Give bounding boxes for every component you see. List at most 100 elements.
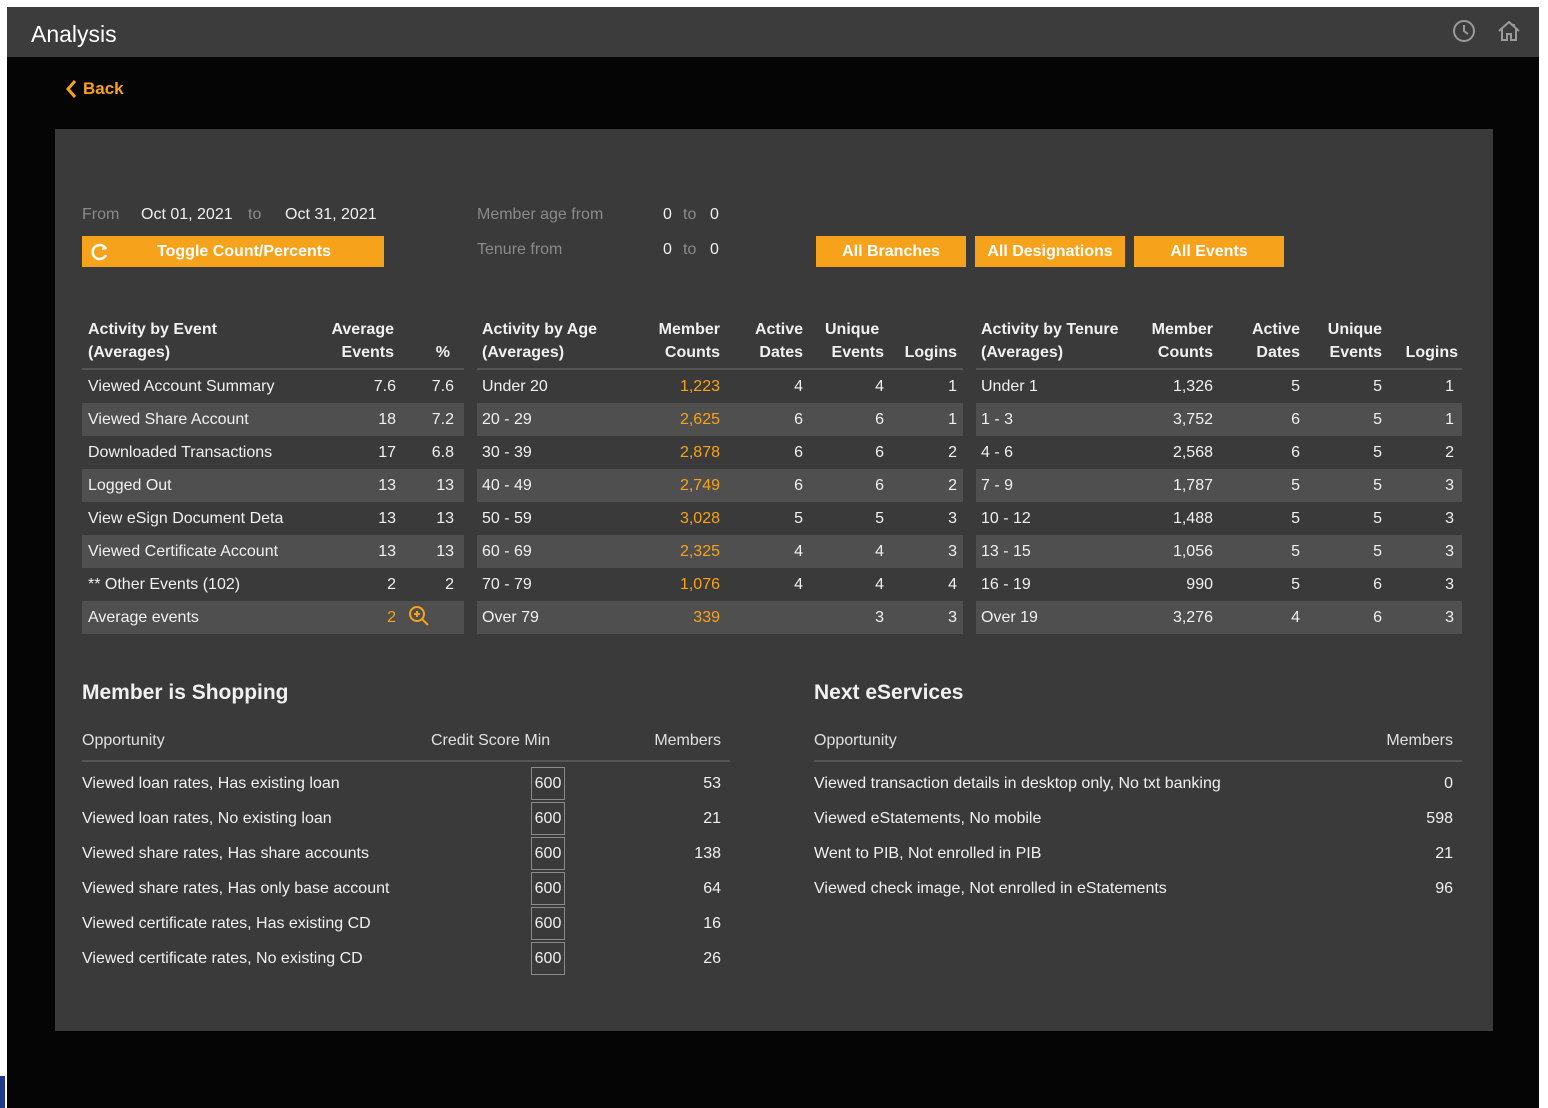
col-unique: Unique bbox=[1327, 321, 1382, 338]
range-label: Over 19 bbox=[981, 609, 1038, 626]
credit-score-min-input[interactable]: 600 bbox=[531, 942, 565, 975]
unique-events: 6 bbox=[1373, 609, 1382, 626]
unique-events: 5 bbox=[1373, 444, 1382, 461]
age-from[interactable]: 0 bbox=[663, 206, 672, 224]
tenure-to[interactable]: 0 bbox=[710, 241, 719, 259]
credit-score-min-input[interactable]: 600 bbox=[531, 802, 565, 835]
table-row[interactable]: 50 - 59 3,028 5 5 3 bbox=[477, 502, 963, 535]
list-item: Viewed share rates, Has only base accoun… bbox=[82, 871, 730, 906]
eservices-header: Opportunity Members bbox=[814, 730, 1462, 762]
unique-events: 5 bbox=[1373, 510, 1382, 527]
all-designations-button[interactable]: All Designations bbox=[975, 236, 1125, 267]
table-row[interactable]: Under 1 1,326 5 5 1 bbox=[976, 370, 1462, 403]
table-row[interactable]: 1 - 3 3,752 6 5 1 bbox=[976, 403, 1462, 436]
table-header: Activity by Event (Averages) Average Eve… bbox=[82, 316, 464, 370]
event-percent: 6.8 bbox=[431, 444, 454, 461]
logins: 3 bbox=[948, 510, 957, 527]
range-label: 70 - 79 bbox=[482, 576, 532, 593]
history-icon[interactable] bbox=[1450, 17, 1478, 45]
event-percent: 13 bbox=[436, 477, 454, 494]
table-row[interactable]: Over 19 3,276 4 6 3 bbox=[976, 601, 1462, 634]
credit-score-min-input[interactable]: 600 bbox=[531, 872, 565, 905]
table-row[interactable]: Viewed Account Summary 7.6 7.6 bbox=[82, 370, 464, 403]
unique-events: 5 bbox=[875, 510, 884, 527]
range-label: Under 20 bbox=[482, 378, 548, 395]
table-row[interactable]: 30 - 39 2,878 6 6 2 bbox=[477, 436, 963, 469]
members-count: 598 bbox=[1426, 810, 1453, 827]
home-icon[interactable] bbox=[1495, 17, 1523, 45]
member-count: 2,568 bbox=[1172, 444, 1213, 461]
back-button[interactable]: Back bbox=[65, 79, 124, 99]
col-member: Member bbox=[658, 321, 720, 338]
opportunity: Viewed certificate rates, Has existing C… bbox=[82, 915, 371, 932]
table-row[interactable]: Under 20 1,223 4 4 1 bbox=[477, 370, 963, 403]
member-count[interactable]: 2,749 bbox=[640, 469, 720, 502]
col-logins: Logins bbox=[1405, 344, 1458, 361]
member-count: 3,276 bbox=[1172, 609, 1213, 626]
member-count: 1,056 bbox=[1172, 543, 1213, 560]
table-row[interactable]: 40 - 49 2,749 6 6 2 bbox=[477, 469, 963, 502]
range-label: 60 - 69 bbox=[482, 543, 532, 560]
logins: 4 bbox=[948, 576, 957, 593]
member-count[interactable]: 339 bbox=[640, 601, 720, 634]
list-item: Viewed certificate rates, Has existing C… bbox=[82, 906, 730, 941]
event-average: 17 bbox=[378, 444, 396, 461]
member-count[interactable]: 2,625 bbox=[640, 403, 720, 436]
table-row[interactable]: ** Other Events (102) 2 2 bbox=[82, 568, 464, 601]
member-count: 1,488 bbox=[1172, 510, 1213, 527]
credit-score-min-input[interactable]: 600 bbox=[531, 837, 565, 870]
member-count[interactable]: 2,325 bbox=[640, 535, 720, 568]
table-row[interactable]: 70 - 79 1,076 4 4 4 bbox=[477, 568, 963, 601]
active-dates: 6 bbox=[794, 444, 803, 461]
toggle-count-percents-button[interactable]: Toggle Count/Percents bbox=[82, 236, 384, 267]
age-label: Member age from bbox=[477, 206, 604, 223]
back-label: Back bbox=[83, 79, 124, 98]
table-row[interactable]: 7 - 9 1,787 5 5 3 bbox=[976, 469, 1462, 502]
list-item: Viewed loan rates, No existing loan 600 21 bbox=[82, 801, 730, 836]
table-row[interactable]: 4 - 6 2,568 6 5 2 bbox=[976, 436, 1462, 469]
table-row[interactable]: Downloaded Transactions 17 6.8 bbox=[82, 436, 464, 469]
col-activity: Activity by Age bbox=[482, 321, 597, 338]
table-row[interactable]: 13 - 15 1,056 5 5 3 bbox=[976, 535, 1462, 568]
all-events-button[interactable]: All Events bbox=[1134, 236, 1284, 267]
member-count[interactable]: 1,076 bbox=[640, 568, 720, 601]
opportunity: Viewed eStatements, No mobile bbox=[814, 810, 1042, 827]
age-to[interactable]: 0 bbox=[710, 206, 719, 224]
member-count[interactable]: 1,223 bbox=[640, 370, 720, 403]
range-label: 50 - 59 bbox=[482, 510, 532, 527]
opportunity: Went to PIB, Not enrolled in PIB bbox=[814, 845, 1042, 862]
member-count[interactable]: 2,878 bbox=[640, 436, 720, 469]
active-dates: 4 bbox=[794, 576, 803, 593]
all-branches-button[interactable]: All Branches bbox=[816, 236, 966, 267]
credit-score-min-input[interactable]: 600 bbox=[531, 907, 565, 940]
logins: 3 bbox=[948, 543, 957, 560]
members-count: 138 bbox=[694, 845, 721, 862]
table-row[interactable]: Over 79 339 3 3 bbox=[477, 601, 963, 634]
event-name: ** Other Events (102) bbox=[88, 576, 241, 593]
analysis-panel: From Oct 01, 2021 to Oct 31, 2021 Toggle… bbox=[55, 129, 1493, 1031]
from-date[interactable]: Oct 01, 2021 bbox=[141, 206, 233, 224]
credit-score-min-input[interactable]: 600 bbox=[531, 767, 565, 800]
table-row[interactable]: 10 - 12 1,488 5 5 3 bbox=[976, 502, 1462, 535]
member-count[interactable]: 3,028 bbox=[640, 502, 720, 535]
table-row[interactable]: View eSign Document Details 13 13 bbox=[82, 502, 464, 535]
to-date[interactable]: Oct 31, 2021 bbox=[285, 206, 377, 224]
zoom-in-icon[interactable] bbox=[408, 605, 430, 629]
unique-events: 5 bbox=[1373, 411, 1382, 428]
member-count: 1,326 bbox=[1172, 378, 1213, 395]
shopping-title: Member is Shopping bbox=[82, 681, 289, 704]
members-count: 21 bbox=[703, 810, 721, 827]
table-row[interactable]: 16 - 19 990 5 6 3 bbox=[976, 568, 1462, 601]
table-row[interactable]: Viewed Certificate Account 13 13 bbox=[82, 535, 464, 568]
tenure-from[interactable]: 0 bbox=[663, 241, 672, 259]
event-average: 13 bbox=[378, 543, 396, 560]
table-row[interactable]: Logged Out 13 13 bbox=[82, 469, 464, 502]
table-row[interactable]: 20 - 29 2,625 6 6 1 bbox=[477, 403, 963, 436]
opportunity: Viewed share rates, Has share accounts bbox=[82, 845, 369, 862]
range-label: 10 - 12 bbox=[981, 510, 1031, 527]
event-name: Viewed Share Account bbox=[88, 411, 249, 428]
table-row[interactable]: Viewed Share Account 18 7.2 bbox=[82, 403, 464, 436]
age-to-label: to bbox=[683, 206, 697, 223]
logins: 3 bbox=[1445, 510, 1454, 527]
table-row[interactable]: 60 - 69 2,325 4 4 3 bbox=[477, 535, 963, 568]
